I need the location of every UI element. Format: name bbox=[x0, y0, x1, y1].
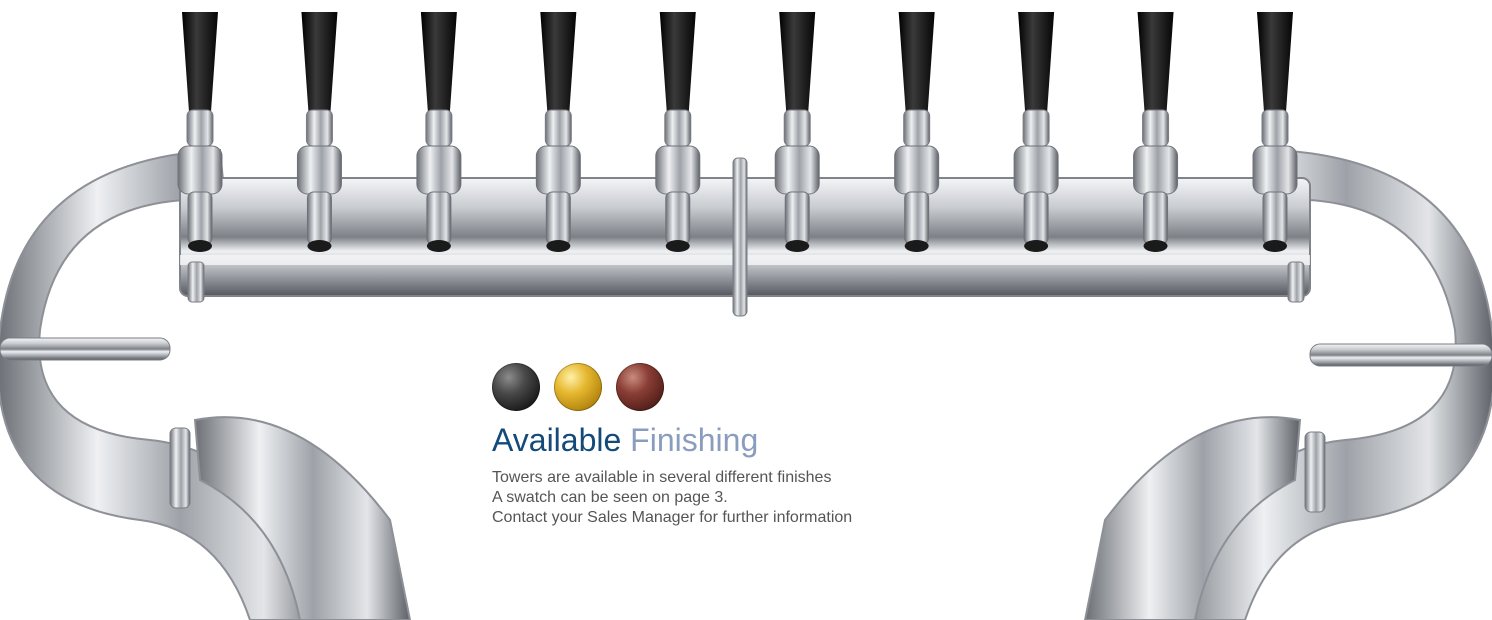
faucet-spout bbox=[1143, 191, 1169, 245]
tap-collar bbox=[1261, 109, 1289, 147]
heading-available: Available bbox=[492, 422, 622, 458]
finishing-panel: Available Finishing Towers are available… bbox=[492, 362, 1012, 528]
faucet-spout bbox=[1023, 191, 1049, 245]
tap-collar bbox=[903, 109, 931, 147]
tap-handle-icon bbox=[1137, 12, 1174, 112]
copper-finish-swatch bbox=[616, 363, 664, 411]
tap-collar bbox=[425, 109, 453, 147]
spout-opening bbox=[188, 240, 212, 252]
faucet-body bbox=[894, 145, 940, 195]
faucet-body bbox=[416, 145, 462, 195]
finish-swatches bbox=[492, 362, 1012, 412]
tap-collar bbox=[305, 109, 333, 147]
tap-handle-icon bbox=[659, 12, 696, 112]
tap-collar bbox=[544, 109, 572, 147]
description-line: A swatch can be seen on page 3. bbox=[492, 489, 728, 506]
faucet-spout bbox=[1262, 191, 1288, 245]
tap-handle-icon bbox=[540, 12, 577, 112]
spout-opening bbox=[904, 240, 929, 252]
faucet-spout bbox=[306, 191, 332, 245]
faucet-body bbox=[655, 145, 701, 195]
tap-handle-icon bbox=[182, 12, 218, 112]
spout-opening bbox=[785, 240, 810, 252]
faucet-body bbox=[1252, 145, 1298, 195]
faucet-body bbox=[296, 145, 342, 195]
faucet-spout bbox=[904, 191, 930, 245]
page: Available Finishing Towers are available… bbox=[0, 0, 1492, 620]
faucet-body bbox=[1133, 145, 1179, 195]
description-line: Towers are available in several differen… bbox=[492, 469, 832, 486]
tap-collar bbox=[1142, 109, 1170, 147]
tap-collar bbox=[1022, 109, 1050, 147]
faucet-body bbox=[1013, 145, 1059, 195]
faucet-spout bbox=[784, 191, 810, 245]
spout-opening bbox=[307, 240, 332, 252]
tap-collar bbox=[664, 109, 692, 147]
tap-collar bbox=[783, 109, 811, 147]
tap-handle-icon bbox=[779, 12, 816, 112]
section-heading: Available Finishing bbox=[492, 420, 1012, 460]
faucet-spout bbox=[426, 191, 452, 245]
spout-opening bbox=[546, 240, 571, 252]
spout-opening bbox=[1263, 240, 1287, 252]
spout-opening bbox=[1143, 240, 1168, 252]
faucet-body bbox=[535, 145, 581, 195]
tap-handle-icon bbox=[1018, 12, 1055, 112]
heading-finishing: Finishing bbox=[630, 422, 759, 458]
tap-handle-icon bbox=[301, 12, 338, 112]
faucet-body bbox=[774, 145, 820, 195]
faucet-spout bbox=[665, 191, 691, 245]
gold-finish-swatch bbox=[554, 363, 602, 411]
description-line: Contact your Sales Manager for further i… bbox=[492, 509, 853, 526]
faucet-spout bbox=[187, 191, 213, 245]
spout-opening bbox=[665, 240, 690, 252]
faucet-spout bbox=[545, 191, 571, 245]
faucet-body bbox=[177, 145, 223, 195]
tap-collar bbox=[186, 109, 214, 147]
tap-handle-icon bbox=[420, 12, 457, 112]
finishing-description: Towers are available in several differen… bbox=[492, 468, 1012, 528]
tap-handle-icon bbox=[1257, 12, 1293, 112]
spout-opening bbox=[1024, 240, 1049, 252]
black-finish-swatch bbox=[492, 363, 540, 411]
spout-opening bbox=[426, 240, 451, 252]
tap-handle-icon bbox=[898, 12, 935, 112]
